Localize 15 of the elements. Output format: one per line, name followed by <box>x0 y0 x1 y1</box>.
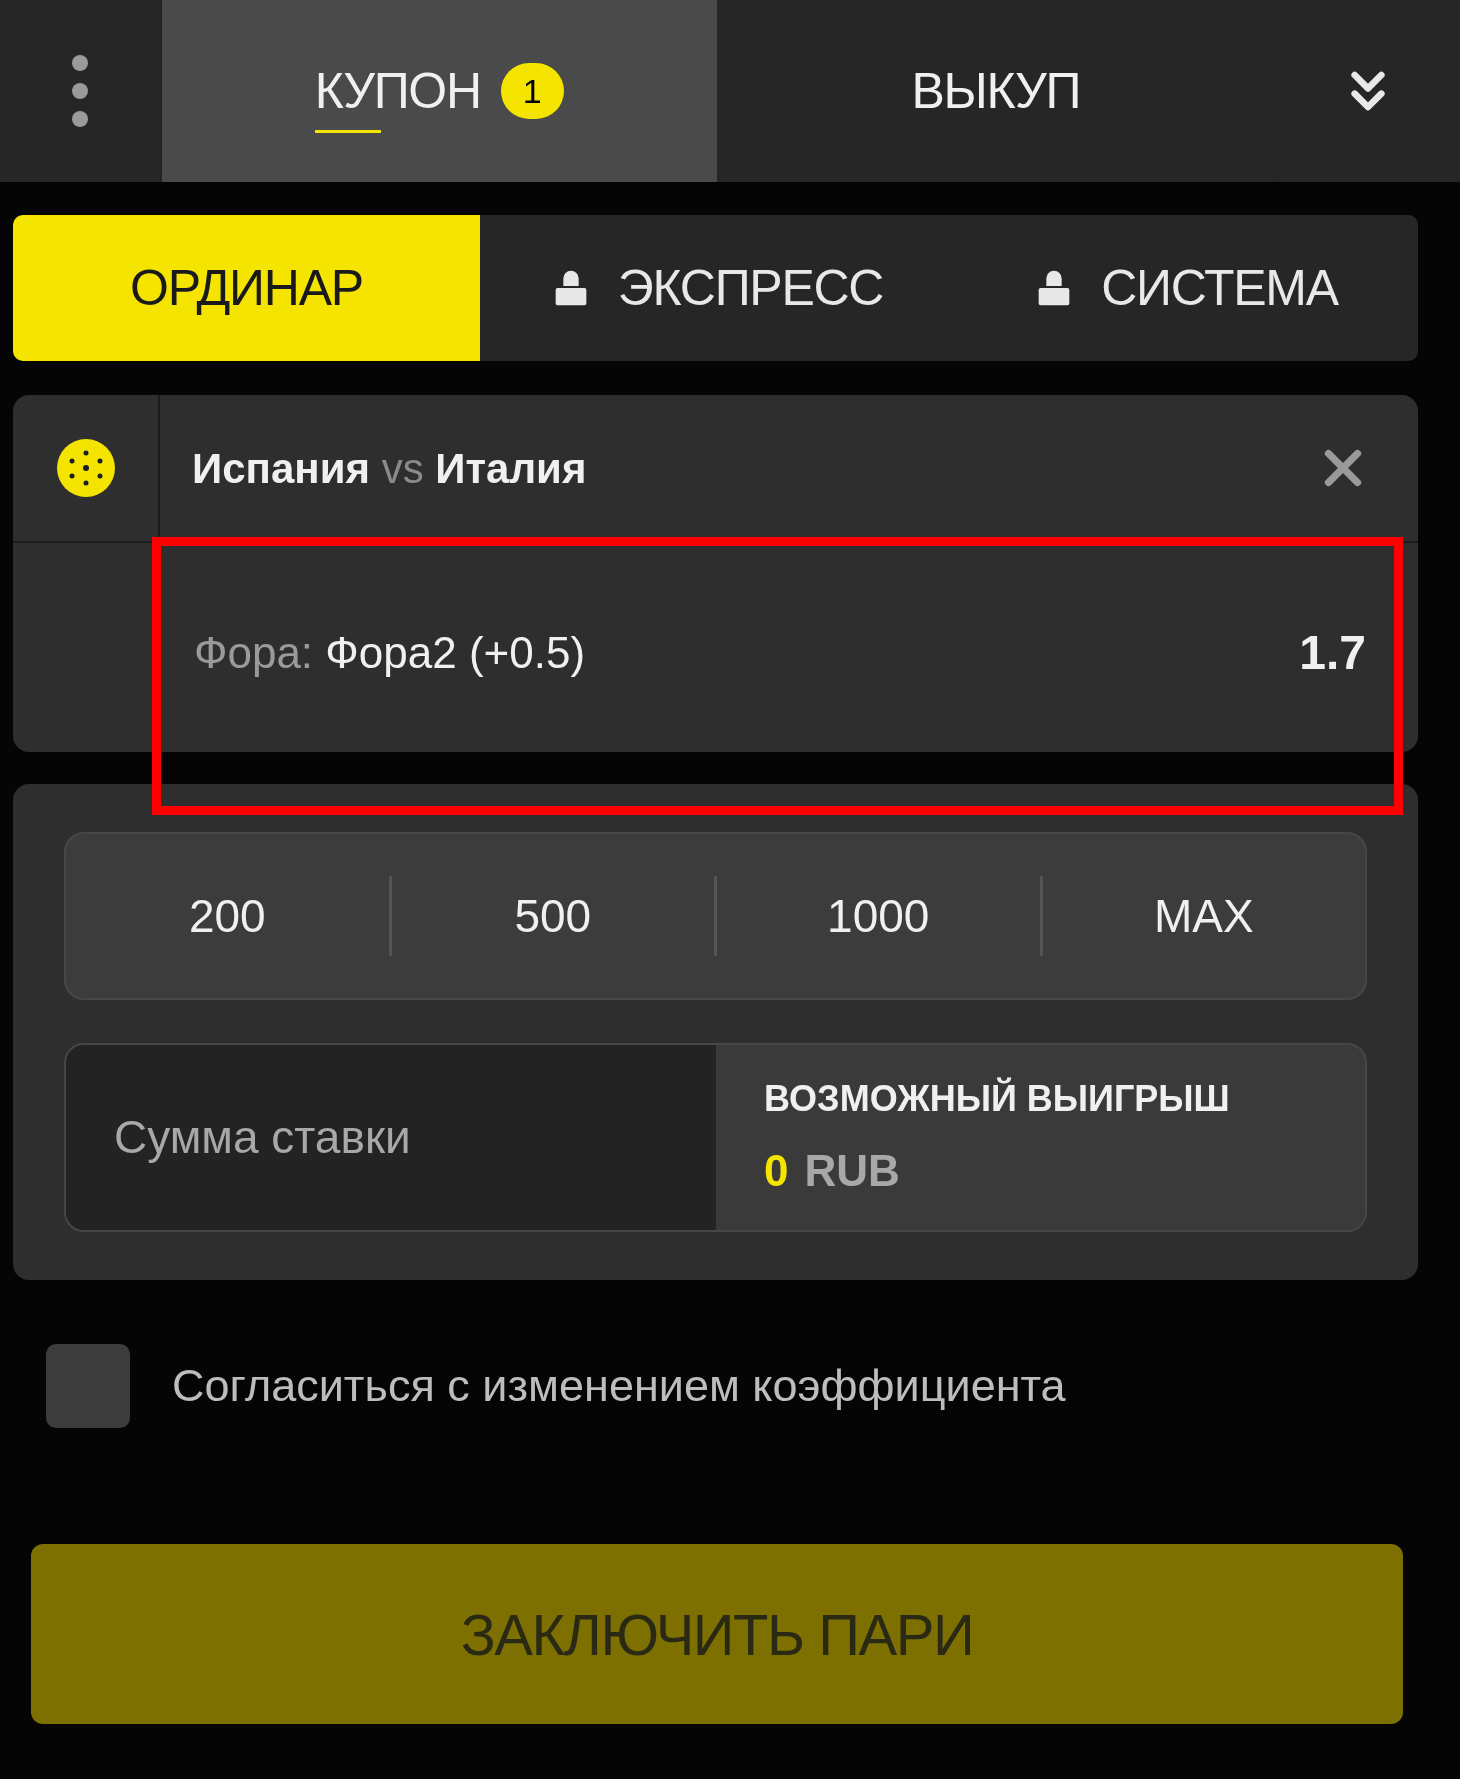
checkbox-label: Согласиться с изменением коэффициента <box>172 1359 1066 1414</box>
quick-amount-button[interactable]: 1000 <box>717 834 1040 998</box>
count-badge: 1 <box>500 63 564 119</box>
football-icon <box>54 437 117 499</box>
quick-amount-button[interactable]: 500 <box>391 834 714 998</box>
quick-amount-button[interactable]: 200 <box>66 834 389 998</box>
more-icon <box>70 53 90 129</box>
quick-amount-button[interactable]: MAX <box>1042 834 1365 998</box>
place-bet-button: ЗАКЛЮЧИТЬ ПАРИ <box>31 1544 1403 1724</box>
market-selection: Фора: Фора2 (+0.5) <box>194 626 586 679</box>
odds-value: 1.7 <box>1299 624 1366 681</box>
bet-type-tab[interactable]: ОРДИНАР <box>13 215 480 361</box>
coupon-tab[interactable]: КУПОН 1 <box>162 0 717 182</box>
checkbox[interactable] <box>46 1344 130 1428</box>
match-title: Испания vs Италия <box>192 443 587 494</box>
